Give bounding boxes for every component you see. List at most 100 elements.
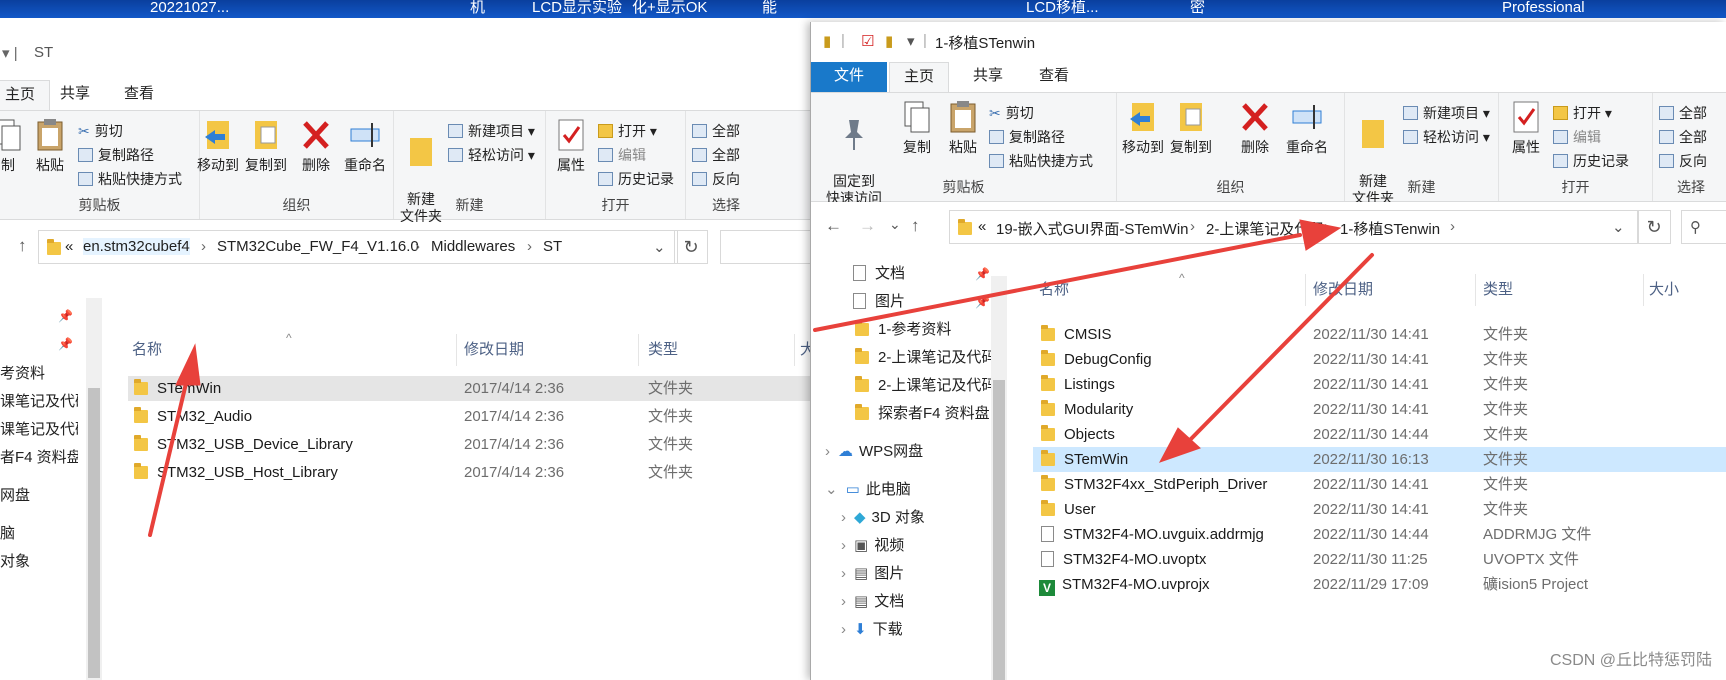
breadcrumb-item[interactable]: en.stm32cubef4: [83, 238, 190, 255]
easy-access-button[interactable]: 轻松访问 ▾: [448, 145, 535, 165]
breadcrumb-item[interactable]: 2-上课笔记及代码: [1206, 218, 1324, 239]
rename-button[interactable]: 重命名: [1281, 99, 1333, 156]
nav-item[interactable]: 📌: [0, 302, 78, 330]
qat-dropdown-icon[interactable]: ▾: [907, 32, 915, 50]
taskbar-item[interactable]: 20221027...: [150, 0, 229, 16]
select-none-button[interactable]: 全部: [1659, 127, 1707, 147]
copy-path-button[interactable]: 复制路径: [78, 145, 154, 165]
chevron-down-icon[interactable]: ⌄: [1612, 218, 1625, 236]
tab-share[interactable]: 共享: [959, 62, 1017, 92]
expand-chevron-icon[interactable]: ›: [841, 621, 846, 638]
expand-chevron-icon[interactable]: ›: [841, 593, 846, 610]
file-row[interactable]: STM32_USB_Host_Library 2017/4/14 2:36 文件…: [128, 460, 820, 485]
rename-button[interactable]: 重命名: [340, 117, 390, 174]
delete-button[interactable]: 删除: [1233, 99, 1277, 156]
nav-item-pictures-pc[interactable]: › ▤ 图片: [811, 560, 993, 588]
properties-icon[interactable]: ☑: [861, 32, 874, 50]
file-row[interactable]: DebugConfig 2022/11/30 14:41 文件夹: [1033, 347, 1726, 372]
taskbar-item[interactable]: LCD移植...: [1026, 0, 1099, 16]
nav-item[interactable]: 考资料: [0, 360, 78, 388]
file-row[interactable]: STM32F4-MO.uvguix.addrmjg 2022/11/30 14:…: [1033, 522, 1726, 547]
paste-button[interactable]: 粘贴: [28, 117, 72, 174]
file-row[interactable]: STM32F4-MO.uvoptx 2022/11/30 11:25 UVOPT…: [1033, 547, 1726, 572]
scrollbar-thumb[interactable]: [88, 388, 100, 678]
recent-locations-icon[interactable]: ⌄: [889, 216, 901, 233]
nav-item[interactable]: 1-参考资料: [811, 316, 993, 344]
collapse-chevron-icon[interactable]: ⌄: [825, 481, 838, 498]
cut-button[interactable]: ✂ 剪切: [989, 103, 1034, 123]
up-arrow-icon[interactable]: ↑: [911, 216, 920, 236]
file-row[interactable]: STemWin 2017/4/14 2:36 文件夹: [128, 376, 820, 401]
nav-item-documents[interactable]: 文档 📌: [811, 260, 993, 288]
file-row[interactable]: STM32_Audio 2017/4/14 2:36 文件夹: [128, 404, 820, 429]
select-all-button[interactable]: 全部: [692, 121, 740, 141]
nav-item-videos[interactable]: › ▣ 视频: [811, 532, 993, 560]
paste-button[interactable]: 粘贴: [941, 99, 985, 156]
column-header-type[interactable]: 类型: [648, 334, 678, 366]
file-row[interactable]: Modularity 2022/11/30 14:41 文件夹: [1033, 397, 1726, 422]
file-row[interactable]: User 2022/11/30 14:41 文件夹: [1033, 497, 1726, 522]
tab-home[interactable]: 主页: [0, 80, 51, 110]
tab-view[interactable]: 查看: [110, 80, 168, 110]
search-box[interactable]: ⚲: [1681, 210, 1726, 244]
easy-access-button[interactable]: 轻松访问 ▾: [1403, 127, 1490, 147]
invert-selection-button[interactable]: 反向: [692, 169, 740, 189]
paste-shortcut-button[interactable]: 粘贴快捷方式: [78, 169, 182, 189]
nav-scrollbar[interactable]: [991, 276, 1007, 680]
nav-item-3d-objects[interactable]: › ◆ 3D 对象: [811, 504, 993, 532]
history-button[interactable]: 历史记录: [1553, 151, 1629, 171]
tab-file[interactable]: 文件: [811, 62, 887, 92]
edit-button[interactable]: 编辑: [1553, 127, 1601, 147]
taskbar-item[interactable]: 化+显示OK: [632, 0, 707, 16]
file-row[interactable]: Objects 2022/11/30 14:44 文件夹: [1033, 422, 1726, 447]
column-separator[interactable]: [1305, 274, 1306, 306]
taskbar-item[interactable]: LCD显示实验: [532, 0, 622, 16]
refresh-button[interactable]: ↻: [674, 230, 708, 264]
up-arrow-icon[interactable]: ↑: [18, 236, 27, 256]
column-header-size[interactable]: 大小: [1649, 274, 1679, 306]
cut-button[interactable]: ✂ 剪切: [78, 121, 123, 141]
nav-item[interactable]: 探索者F4 资料盘: [811, 400, 993, 428]
nav-scrollbar[interactable]: [86, 298, 102, 680]
open-button[interactable]: 打开 ▾: [1553, 103, 1612, 123]
nav-item[interactable]: 课笔记及代码: [0, 416, 78, 444]
nav-item-wps[interactable]: › ☁ WPS网盘: [811, 438, 993, 466]
column-header-type[interactable]: 类型: [1483, 274, 1513, 306]
nav-item[interactable]: 2-上课笔记及代码: [811, 344, 993, 372]
delete-button[interactable]: 删除: [294, 117, 338, 174]
nav-item[interactable]: 对象: [0, 548, 78, 576]
tab-home[interactable]: 主页: [889, 62, 950, 92]
column-header-date[interactable]: 修改日期: [1313, 274, 1373, 306]
new-item-button[interactable]: 新建项目 ▾: [448, 121, 535, 141]
breadcrumb-item[interactable]: ST: [543, 238, 562, 255]
tab-share[interactable]: 共享: [46, 80, 104, 110]
scrollbar-thumb[interactable]: [993, 380, 1005, 680]
breadcrumb-item[interactable]: STM32Cube_FW_F4_V1.16.0: [217, 238, 419, 255]
select-none-button[interactable]: 全部: [692, 145, 740, 165]
nav-item[interactable]: 脑: [0, 520, 78, 548]
forward-arrow-icon[interactable]: →: [859, 216, 876, 236]
nav-item-documents-pc[interactable]: › ▤ 文档: [811, 588, 993, 616]
expand-chevron-icon[interactable]: ›: [825, 443, 830, 460]
expand-chevron-icon[interactable]: ›: [841, 565, 846, 582]
qat-dropdown-icon[interactable]: ▾ |: [2, 44, 18, 62]
nav-item[interactable]: 者F4 资料盘: [0, 444, 78, 472]
taskbar-item[interactable]: 密: [1190, 0, 1205, 16]
address-prefix[interactable]: «: [65, 238, 73, 255]
move-to-button[interactable]: 移动到: [1119, 99, 1167, 156]
nav-item[interactable]: 课笔记及代码: [0, 388, 78, 416]
nav-item[interactable]: 2-上课笔记及代码: [811, 372, 993, 400]
chevron-down-icon[interactable]: ⌄: [653, 238, 666, 256]
column-separator[interactable]: [794, 334, 795, 366]
column-header-date[interactable]: 修改日期: [464, 334, 524, 366]
tab-view[interactable]: 查看: [1025, 62, 1083, 92]
column-separator[interactable]: [456, 334, 457, 366]
breadcrumb-item[interactable]: Middlewares: [431, 238, 515, 255]
properties-button[interactable]: 属性: [1505, 99, 1547, 156]
file-row[interactable]: STM32_USB_Device_Library 2017/4/14 2:36 …: [128, 432, 820, 457]
properties-button[interactable]: 属性: [550, 117, 592, 174]
nav-item[interactable]: 网盘: [0, 482, 78, 510]
nav-item-pictures[interactable]: 图片 📌: [811, 288, 993, 316]
nav-item-downloads[interactable]: › ⬇ 下载: [811, 616, 993, 644]
column-separator[interactable]: [1643, 274, 1644, 306]
